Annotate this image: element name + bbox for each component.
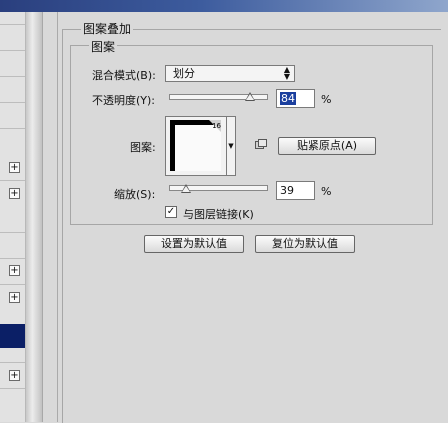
list-divider (0, 24, 25, 25)
add-style-button[interactable]: + (9, 292, 20, 303)
scale-input[interactable]: 39 (276, 181, 315, 200)
list-divider (0, 102, 25, 103)
snap-to-origin-button[interactable]: 贴紧原点(A) (278, 137, 376, 155)
opacity-label: 不透明度(Y): (92, 94, 156, 107)
opacity-value: 84 (280, 92, 296, 105)
blend-mode-label: 混合模式(B): (92, 69, 156, 82)
add-style-button[interactable]: + (9, 162, 20, 173)
list-divider (0, 50, 25, 51)
pattern-corner-number: 16 (212, 122, 221, 130)
list-scrollbar[interactable] (26, 12, 43, 422)
section-title: 图案叠加 (81, 20, 134, 37)
chevron-down-icon[interactable]: ▼ (227, 116, 236, 176)
list-divider (0, 362, 25, 363)
pattern-swatch: 16 (170, 120, 221, 171)
window-titlebar (0, 0, 448, 12)
opacity-slider-thumb[interactable] (245, 92, 255, 101)
list-divider (0, 258, 25, 259)
link-with-layer-checkbox[interactable]: ✓ (165, 206, 177, 218)
group-title: 图案 (89, 38, 118, 55)
list-divider (0, 232, 25, 233)
scale-unit: % (321, 185, 332, 198)
opacity-unit: % (321, 93, 332, 106)
link-with-layer-label: 与图层链接(K) (183, 208, 254, 221)
layer-style-list: + + + + + (0, 12, 26, 422)
selected-style-item[interactable] (0, 324, 25, 348)
list-divider (0, 284, 25, 285)
new-preset-icon[interactable] (255, 139, 267, 149)
list-divider (0, 76, 25, 77)
scale-label: 缩放(S): (114, 188, 156, 201)
list-divider (0, 128, 25, 129)
panel-divider (57, 12, 58, 422)
list-divider (0, 180, 25, 181)
blend-mode-value: 划分 (173, 67, 195, 80)
add-style-button[interactable]: + (9, 188, 20, 199)
add-style-button[interactable]: + (9, 370, 20, 381)
add-style-button[interactable]: + (9, 265, 20, 276)
updown-arrows-icon: ▲ ▼ (283, 65, 290, 81)
pattern-label: 图案: (130, 141, 156, 154)
scale-slider-thumb[interactable] (181, 184, 191, 193)
opacity-input[interactable]: 84 (276, 89, 315, 108)
blend-mode-select[interactable]: 划分 ▲ ▼ (165, 65, 295, 82)
reset-default-button[interactable]: 复位为默认值 (255, 235, 355, 253)
list-divider (0, 388, 25, 389)
pattern-picker[interactable]: 16 (165, 116, 227, 176)
make-default-button[interactable]: 设置为默认值 (144, 235, 244, 253)
